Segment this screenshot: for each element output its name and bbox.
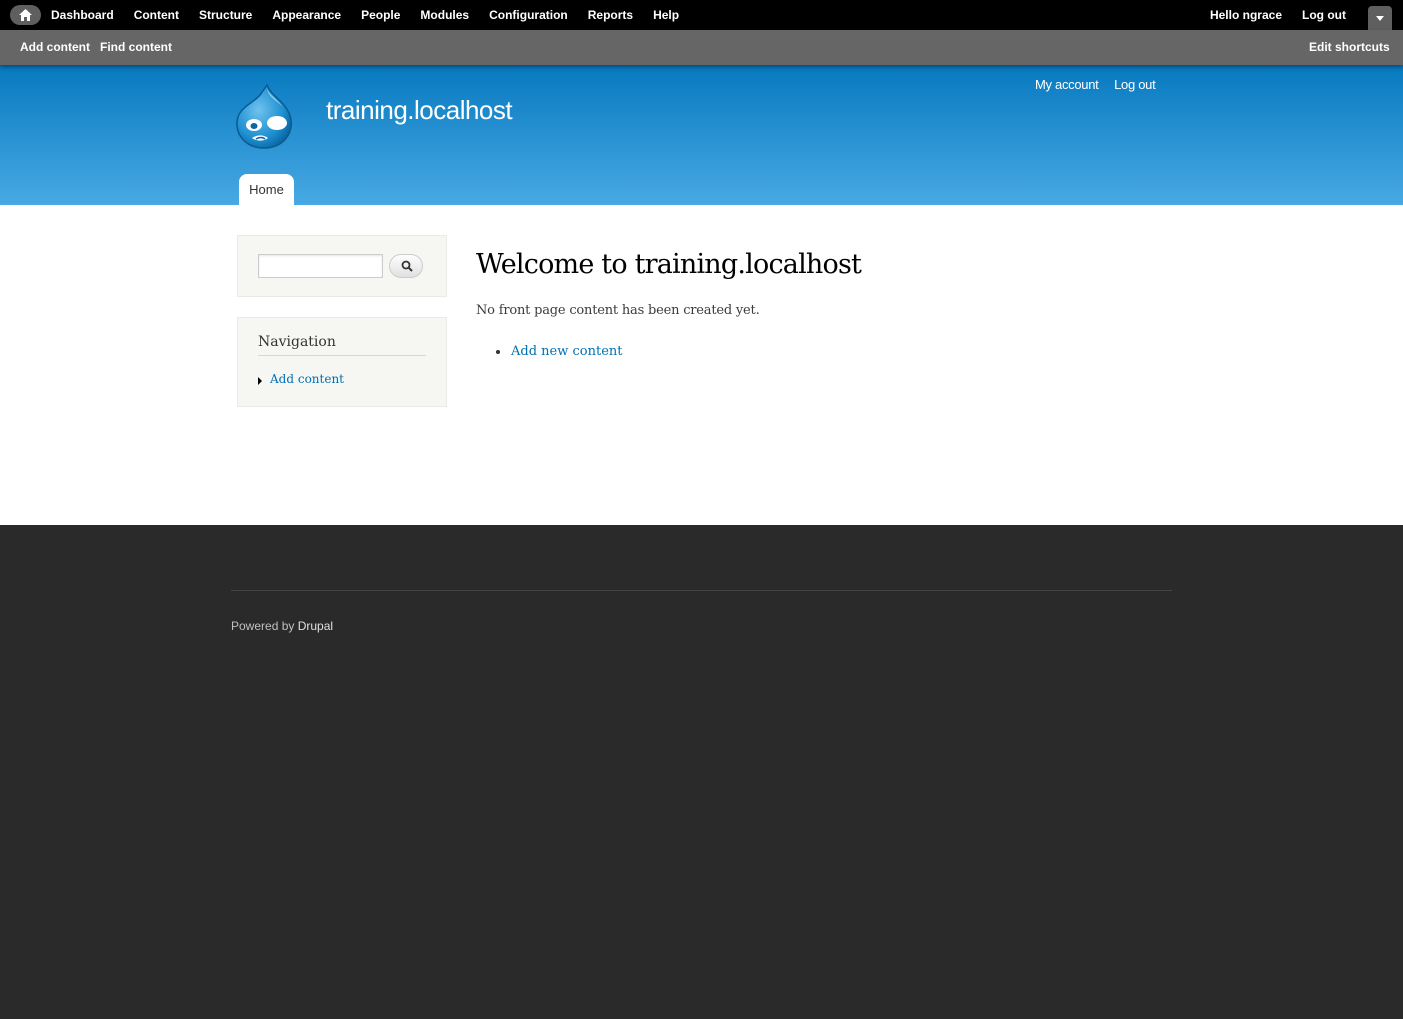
edit-shortcuts-link[interactable]: Edit shortcuts	[1309, 40, 1390, 54]
search-button[interactable]	[389, 254, 423, 278]
site-name[interactable]: training.localhost	[326, 95, 513, 126]
header-logout-link[interactable]: Log out	[1114, 77, 1156, 92]
powered-by: Powered by Drupal	[231, 619, 333, 633]
navigation-title: Navigation	[258, 334, 426, 356]
search-block	[237, 235, 447, 297]
admin-menu-modules[interactable]: Modules	[420, 8, 469, 22]
powered-by-text: Powered by	[231, 619, 298, 633]
secondary-menu: My account Log out	[1035, 77, 1167, 92]
site-header: training.localhost My account Log out Ho…	[0, 65, 1403, 205]
admin-menu-structure[interactable]: Structure	[199, 8, 252, 22]
drupal-logo[interactable]	[234, 83, 296, 156]
admin-menu-content[interactable]: Content	[134, 8, 179, 22]
nav-add-content-link[interactable]: Add content	[270, 372, 344, 386]
footer-divider	[231, 590, 1172, 591]
empty-front-message: No front page content has been created y…	[476, 303, 760, 318]
admin-menu-reports[interactable]: Reports	[588, 8, 633, 22]
shortcuts-bar: Add content Find content Edit shortcuts	[0, 30, 1403, 65]
admin-menu-appearance[interactable]: Appearance	[272, 8, 341, 22]
toolbar-drawer-toggle[interactable]	[1368, 6, 1392, 30]
page-title: Welcome to training.localhost	[476, 249, 862, 280]
greeting-text: Hello	[1209, 8, 1243, 22]
admin-menu-configuration[interactable]: Configuration	[489, 8, 568, 22]
navigation-block: Navigation Add content	[237, 317, 447, 407]
admin-menu: Dashboard Content Structure Appearance P…	[51, 0, 699, 30]
user-greeting: Hello ngrace	[1210, 8, 1282, 22]
admin-menu-help[interactable]: Help	[653, 8, 679, 22]
list-bullet	[496, 350, 500, 354]
drupal-link[interactable]: Drupal	[298, 619, 333, 633]
shortcut-add-content[interactable]: Add content	[20, 40, 90, 54]
chevron-down-icon	[1376, 16, 1384, 21]
admin-menu-dashboard[interactable]: Dashboard	[51, 8, 114, 22]
drupal-drop-icon	[236, 83, 292, 149]
tab-home[interactable]: Home	[239, 174, 294, 205]
toolbar-logout-link[interactable]: Log out	[1302, 8, 1346, 22]
main-region: Navigation Add content Welcome to traini…	[0, 205, 1403, 525]
search-icon	[401, 260, 413, 272]
username-link[interactable]: ngrace	[1243, 8, 1282, 22]
add-new-content-link[interactable]: Add new content	[511, 344, 622, 359]
admin-toolbar: Dashboard Content Structure Appearance P…	[0, 0, 1403, 30]
admin-menu-people[interactable]: People	[361, 8, 400, 22]
menu-arrow-icon	[258, 377, 262, 385]
home-button[interactable]	[10, 5, 41, 25]
shortcut-find-content[interactable]: Find content	[100, 40, 172, 54]
site-footer: Powered by Drupal	[0, 525, 1403, 1019]
home-icon	[19, 9, 32, 21]
search-input[interactable]	[258, 254, 383, 278]
my-account-link[interactable]: My account	[1035, 77, 1099, 92]
